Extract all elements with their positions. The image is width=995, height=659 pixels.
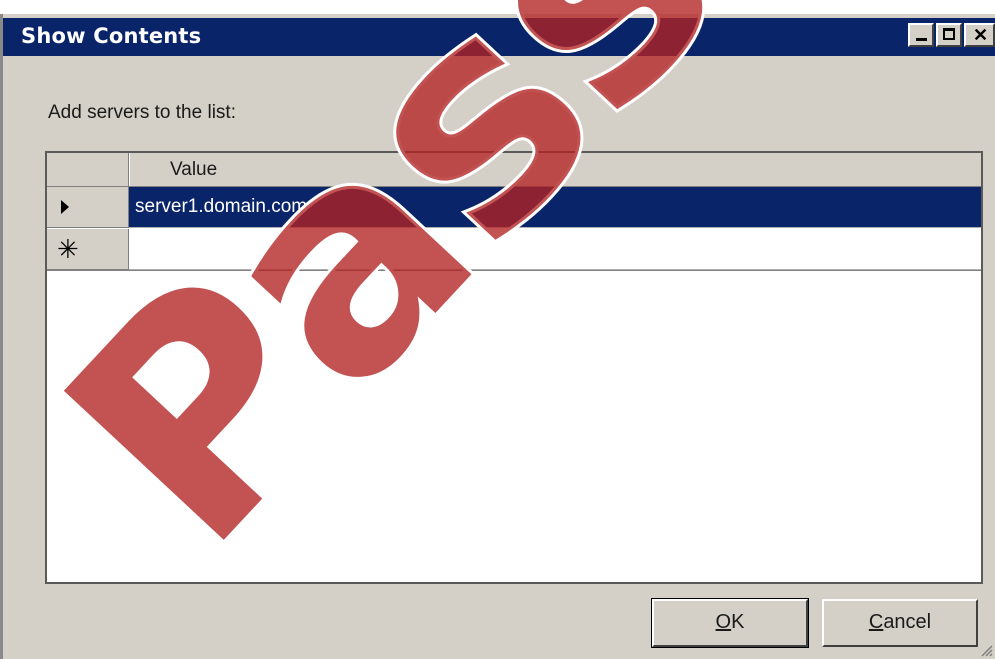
cancel-label-rest: ancel (883, 611, 932, 633)
column-header-label: Value (170, 159, 218, 180)
instruction-label: Add servers to the list: (48, 102, 236, 123)
resize-grip-icon[interactable] (979, 643, 993, 657)
grid-header: Value (47, 153, 981, 187)
new-row-asterisk-icon: ✳ (57, 234, 79, 264)
ok-button[interactable]: OK (651, 598, 809, 648)
close-icon: ✕ (973, 25, 989, 45)
row-header[interactable]: ✳ (47, 229, 129, 270)
maximize-button[interactable] (936, 23, 962, 47)
show-contents-dialog: Show Contents ✕ Add servers to the list:… (0, 14, 995, 659)
window-title: Show Contents (21, 24, 202, 48)
current-row-arrow-icon (61, 200, 69, 214)
value-cell[interactable]: server1.domain.com (129, 187, 981, 228)
minimize-icon (916, 38, 927, 41)
value-cell-text: server1.domain.com (135, 196, 308, 217)
new-row[interactable]: ✳ (47, 229, 981, 271)
values-grid[interactable]: Value server1.domain.com ✳ (45, 151, 983, 584)
ok-label-rest: K (731, 611, 745, 633)
title-bar[interactable]: Show Contents ✕ (3, 18, 995, 56)
ok-mnemonic: O (715, 611, 732, 633)
row-header[interactable] (47, 187, 129, 228)
grid-corner-cell[interactable] (47, 153, 129, 186)
cancel-button[interactable]: Cancel (822, 599, 978, 647)
column-header-value[interactable]: Value (129, 153, 981, 186)
close-button[interactable]: ✕ (964, 23, 995, 47)
table-row[interactable]: server1.domain.com (47, 187, 981, 228)
maximize-icon (943, 28, 955, 40)
new-value-cell[interactable] (129, 229, 981, 270)
cancel-mnemonic: C (868, 611, 884, 633)
minimize-button[interactable] (908, 23, 934, 47)
